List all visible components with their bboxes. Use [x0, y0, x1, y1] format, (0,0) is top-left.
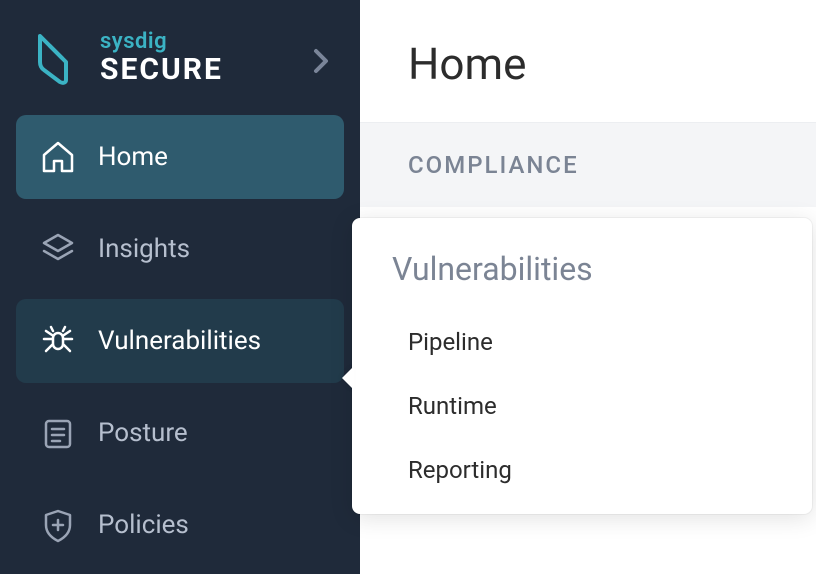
checklist-icon: [38, 415, 78, 451]
nav: Home Insights Vulnerabili: [0, 115, 360, 567]
sidebar: sysdig SECURE Home Insi: [0, 0, 360, 574]
sidebar-item-home[interactable]: Home: [16, 115, 344, 199]
page-title: Home: [408, 38, 768, 90]
layers-icon: [38, 231, 78, 267]
product-name: SECURE: [100, 55, 223, 85]
sidebar-item-label: Vulnerabilities: [98, 326, 261, 356]
sidebar-item-vulnerabilities[interactable]: Vulnerabilities: [16, 299, 344, 383]
home-icon: [38, 139, 78, 175]
flyout-item-runtime[interactable]: Runtime: [352, 374, 812, 438]
flyout-item-pipeline[interactable]: Pipeline: [352, 310, 812, 374]
sidebar-item-label: Home: [98, 142, 168, 172]
vulnerabilities-flyout: Vulnerabilities Pipeline Runtime Reporti…: [352, 218, 812, 514]
chevron-right-icon[interactable]: [312, 47, 330, 79]
main-header: Home: [360, 0, 816, 122]
compliance-section: COMPLIANCE: [360, 122, 816, 207]
section-label: COMPLIANCE: [408, 151, 768, 179]
sidebar-item-policies[interactable]: Policies: [16, 483, 344, 567]
sidebar-item-insights[interactable]: Insights: [16, 207, 344, 291]
logo-text: sysdig SECURE: [100, 31, 223, 85]
sidebar-item-label: Policies: [98, 510, 189, 540]
sidebar-item-label: Posture: [98, 418, 188, 448]
shield-plus-icon: [38, 507, 78, 543]
sysdig-logo-icon: [30, 30, 80, 85]
brand-name: sysdig: [100, 31, 223, 53]
sidebar-item-posture[interactable]: Posture: [16, 391, 344, 475]
flyout-title: Vulnerabilities: [352, 250, 812, 310]
bug-icon: [38, 323, 78, 359]
sidebar-item-label: Insights: [98, 234, 190, 264]
logo-row: sysdig SECURE: [0, 10, 360, 115]
flyout-item-reporting[interactable]: Reporting: [352, 438, 812, 502]
